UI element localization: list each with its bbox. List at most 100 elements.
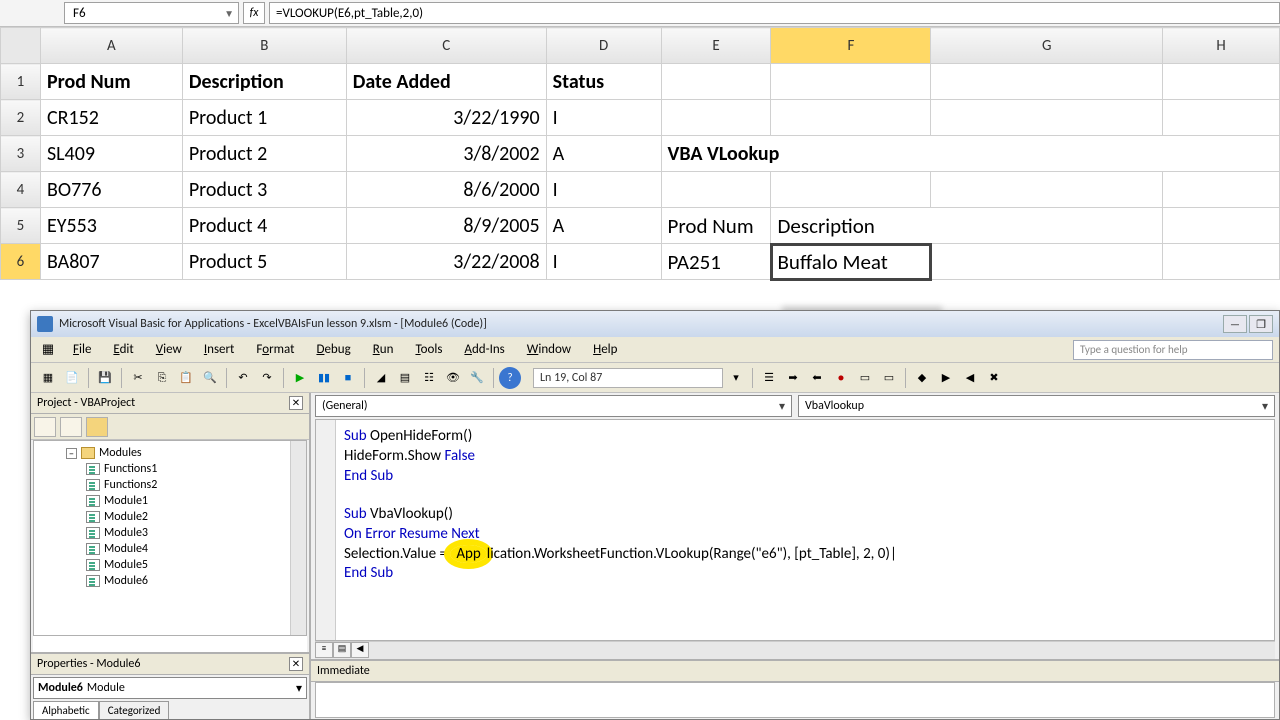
copy-button[interactable]: ⎘: [151, 367, 173, 389]
tree-module[interactable]: Module5: [38, 557, 302, 573]
row-header-5[interactable]: 5: [1, 208, 41, 244]
help-button[interactable]: ?: [499, 367, 521, 389]
menu-window[interactable]: Window: [519, 339, 579, 360]
project-tree[interactable]: − Modules Functions1 Functions2 Module1 …: [33, 440, 307, 636]
toggle-folders-button[interactable]: [86, 417, 108, 437]
active-cell[interactable]: Buffalo Meat: [771, 244, 931, 280]
cell[interactable]: Product 4: [182, 208, 346, 244]
menu-edit[interactable]: Edit: [105, 339, 141, 360]
cell[interactable]: [1163, 64, 1280, 100]
project-close-button[interactable]: ✕: [289, 396, 303, 410]
minimize-button[interactable]: —: [1223, 315, 1247, 333]
cell[interactable]: [1163, 100, 1280, 136]
tree-module[interactable]: Module2: [38, 509, 302, 525]
save-button[interactable]: 💾: [94, 367, 116, 389]
cell[interactable]: BA807: [40, 244, 182, 280]
next-bookmark-button[interactable]: ▶: [935, 367, 957, 389]
immediate-input[interactable]: [315, 682, 1275, 718]
row-header-3[interactable]: 3: [1, 136, 41, 172]
procedure-combo[interactable]: VbaVlookup: [798, 395, 1275, 417]
tree-module[interactable]: Module1: [38, 493, 302, 509]
cell[interactable]: Status: [546, 64, 661, 100]
tree-module[interactable]: Functions2: [38, 477, 302, 493]
tree-folder-modules[interactable]: − Modules: [38, 445, 302, 461]
cell[interactable]: SL409: [40, 136, 182, 172]
cell[interactable]: 8/6/2000: [346, 172, 546, 208]
design-mode-button[interactable]: ◢: [370, 367, 392, 389]
cell[interactable]: A: [546, 136, 661, 172]
cell[interactable]: EY553: [40, 208, 182, 244]
breakpoint-button[interactable]: ●: [830, 367, 852, 389]
col-header-h[interactable]: H: [1163, 28, 1280, 64]
cell[interactable]: [931, 244, 1163, 280]
menu-help[interactable]: Help: [585, 339, 625, 360]
col-header-c[interactable]: C: [346, 28, 546, 64]
cell[interactable]: BO776: [40, 172, 182, 208]
cell[interactable]: [661, 100, 771, 136]
menu-debug[interactable]: Debug: [308, 339, 358, 360]
name-box[interactable]: F6 ▼: [64, 2, 239, 24]
cell[interactable]: [931, 100, 1163, 136]
cell[interactable]: [931, 64, 1163, 100]
cell[interactable]: Product 2: [182, 136, 346, 172]
properties-button[interactable]: ☷: [418, 367, 440, 389]
col-header-b[interactable]: B: [182, 28, 346, 64]
list-properties-button[interactable]: ☰: [758, 367, 780, 389]
project-explorer-button[interactable]: ▤: [394, 367, 416, 389]
clear-bookmarks-button[interactable]: ✖: [983, 367, 1005, 389]
cell[interactable]: I: [546, 100, 661, 136]
view-object-button[interactable]: [60, 417, 82, 437]
menu-format[interactable]: Format: [248, 339, 302, 360]
help-search-input[interactable]: Type a question for help: [1073, 340, 1273, 360]
vbe-system-icon[interactable]: ▦: [37, 339, 59, 361]
col-header-f[interactable]: F: [771, 28, 931, 64]
undo-button[interactable]: ↶: [232, 367, 254, 389]
row-header-4[interactable]: 4: [1, 172, 41, 208]
cell[interactable]: I: [546, 172, 661, 208]
col-header-e[interactable]: E: [661, 28, 771, 64]
row-header-6[interactable]: 6: [1, 244, 41, 280]
cell[interactable]: 3/8/2002: [346, 136, 546, 172]
cell[interactable]: [771, 172, 931, 208]
cell[interactable]: [771, 100, 931, 136]
select-all-corner[interactable]: [1, 28, 41, 64]
maximize-button[interactable]: ❐: [1249, 315, 1273, 333]
cell[interactable]: Prod Num: [661, 208, 771, 244]
view-excel-button[interactable]: ▦: [37, 367, 59, 389]
comment-button[interactable]: ▭: [854, 367, 876, 389]
tree-module[interactable]: Module4: [38, 541, 302, 557]
tree-module[interactable]: Functions1: [38, 461, 302, 477]
insert-function-button[interactable]: fx: [243, 2, 265, 24]
toolbox-button[interactable]: 🔧: [466, 367, 488, 389]
cell[interactable]: PA251: [661, 244, 771, 280]
tree-module[interactable]: Module3: [38, 525, 302, 541]
vbe-titlebar[interactable]: Microsoft Visual Basic for Applications …: [31, 311, 1279, 337]
title-cell[interactable]: VBA VLookup: [661, 136, 1279, 172]
code-scrollbar-h[interactable]: ≡▤◀: [315, 641, 1275, 659]
menu-insert[interactable]: Insert: [196, 339, 243, 360]
col-header-a[interactable]: A: [40, 28, 182, 64]
break-button[interactable]: ▮▮: [313, 367, 335, 389]
formula-input[interactable]: =VLOOKUP(E6,pt_Table,2,0): [269, 2, 1280, 24]
cell[interactable]: 3/22/1990: [346, 100, 546, 136]
cell[interactable]: 3/22/2008: [346, 244, 546, 280]
properties-object-combo[interactable]: Module6 Module ▾: [33, 677, 307, 699]
run-button[interactable]: ▶: [289, 367, 311, 389]
menu-tools[interactable]: Tools: [407, 339, 450, 360]
col-header-g[interactable]: G: [931, 28, 1163, 64]
cell[interactable]: Description: [182, 64, 346, 100]
indent-button[interactable]: ➡: [782, 367, 804, 389]
outdent-button[interactable]: ⬅: [806, 367, 828, 389]
proc-view-button[interactable]: ▤: [333, 642, 351, 658]
cell[interactable]: Prod Num: [40, 64, 182, 100]
cell[interactable]: [1163, 244, 1280, 280]
find-button[interactable]: 🔍: [199, 367, 221, 389]
properties-close-button[interactable]: ✕: [289, 657, 303, 671]
bookmark-button[interactable]: ◆: [911, 367, 933, 389]
cell[interactable]: CR152: [40, 100, 182, 136]
object-combo[interactable]: (General): [315, 395, 792, 417]
cell[interactable]: Product 1: [182, 100, 346, 136]
menu-addins[interactable]: Add-Ins: [456, 339, 512, 360]
tree-scrollbar-v[interactable]: [290, 441, 306, 635]
row-header-1[interactable]: 1: [1, 64, 41, 100]
